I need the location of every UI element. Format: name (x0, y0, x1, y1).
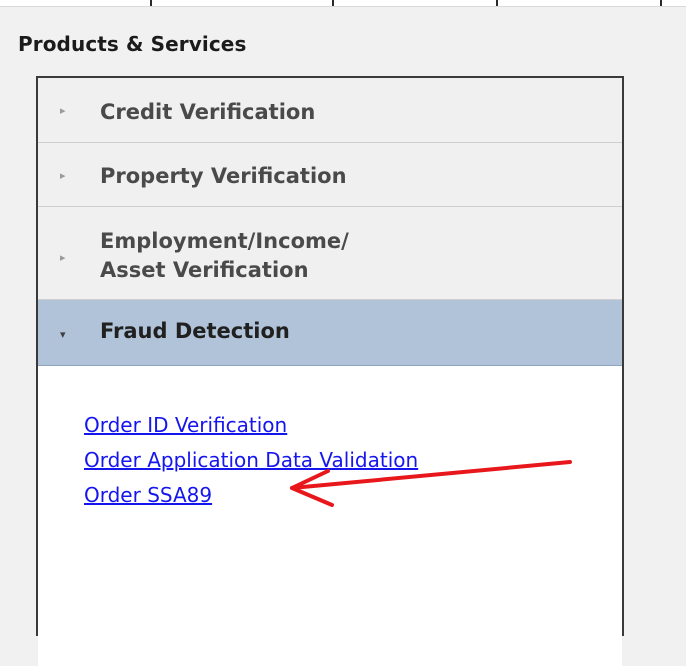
red-annotation-arrow-icon (290, 460, 572, 507)
arrow-shaft (290, 460, 572, 490)
accordion-label: Employment/Income/Asset Verification (100, 227, 349, 285)
tab-separator (496, 0, 498, 6)
accordion-label: Fraud Detection (100, 319, 290, 343)
chevron-right-icon: ▸ (60, 251, 66, 264)
chevron-down-icon: ▾ (60, 328, 66, 341)
tab-separator (332, 0, 334, 6)
tab-separator (660, 0, 662, 6)
accordion-label: Credit Verification (100, 100, 316, 124)
chevron-right-icon: ▸ (60, 169, 66, 182)
accordion-label-line-2: Asset Verification (100, 258, 309, 282)
accordion-label-line-1: Employment/Income/ (100, 229, 349, 253)
accordion-header-employment-income-asset-verification[interactable]: ▸ Employment/Income/Asset Verification (38, 207, 622, 300)
order-id-verification-link[interactable]: Order ID Verification (84, 408, 418, 443)
products-accordion: ▸ Credit Verification ▸ Property Verific… (36, 76, 624, 666)
accordion-header-fraud-detection[interactable]: ▾ Fraud Detection (38, 300, 622, 366)
top-tab-strip (0, 0, 686, 7)
accordion-header-credit-verification[interactable]: ▸ Credit Verification (38, 78, 622, 143)
fraud-detection-panel: Order ID Verification Order Application … (38, 366, 622, 666)
section-title: Products & Services (18, 32, 247, 56)
chevron-right-icon: ▸ (60, 104, 66, 117)
tab-separator (150, 0, 152, 6)
accordion-header-property-verification[interactable]: ▸ Property Verification (38, 143, 622, 207)
accordion-label: Property Verification (100, 164, 347, 188)
